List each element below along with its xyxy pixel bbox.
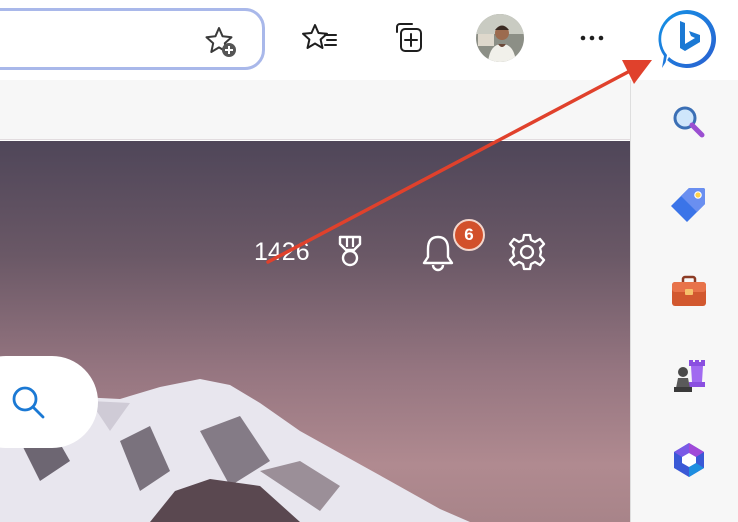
sidebar-item-microsoft-365[interactable] (665, 436, 713, 484)
bing-icon (658, 10, 716, 68)
magnifier-icon (673, 106, 705, 138)
collections-icon (396, 23, 422, 52)
profile-photo (476, 14, 524, 62)
notification-count-badge: 6 (453, 219, 485, 251)
rewards-trophy-icon[interactable] (330, 231, 370, 271)
tab-strip-area (0, 80, 630, 140)
microsoft-365-icon (674, 443, 704, 477)
address-bar[interactable] (0, 8, 265, 70)
web-search-box[interactable] (0, 356, 98, 448)
search-icon[interactable] (8, 382, 48, 422)
price-tag-icon (671, 188, 705, 222)
profile-avatar[interactable] (476, 14, 524, 62)
mountain-image (0, 379, 470, 522)
sidebar-item-search[interactable] (665, 98, 713, 146)
sidebar-item-tools[interactable] (665, 268, 713, 316)
chess-pieces-icon (674, 360, 705, 392)
browser-toolbar (0, 0, 738, 80)
sidebar-item-games[interactable] (665, 352, 713, 400)
favorites-list-icon (302, 24, 337, 49)
bing-chat-button[interactable] (652, 4, 722, 74)
collections-button[interactable] (384, 14, 432, 62)
more-options-button[interactable] (568, 14, 616, 62)
add-to-favorites-icon[interactable] (201, 22, 241, 62)
rewards-points[interactable]: 1426 (254, 233, 324, 271)
new-tab-hero-background: 1426 6 (0, 141, 630, 522)
ellipsis-icon (580, 35, 604, 41)
settings-gear-icon[interactable] (504, 229, 550, 275)
edge-sidebar (630, 80, 738, 522)
favorites-button[interactable] (296, 14, 344, 62)
toolbox-icon (672, 275, 706, 306)
sidebar-item-shopping[interactable] (665, 180, 713, 228)
